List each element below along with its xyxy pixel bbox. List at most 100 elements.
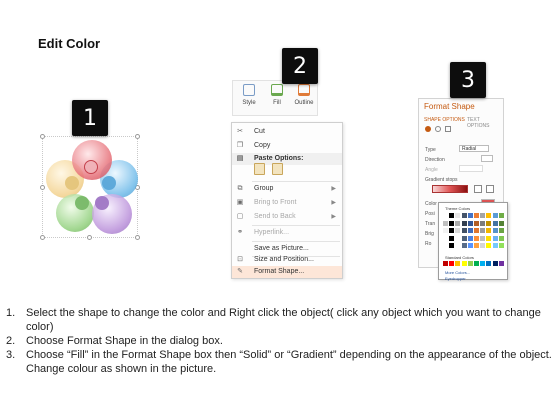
menu-item-copy[interactable]: ❐ Copy [232,140,342,152]
theme-color-swatch[interactable] [455,228,461,234]
menu-item-size-and-position[interactable]: ⊡ Size and Position... [232,254,342,266]
theme-color-swatch[interactable] [498,220,504,226]
theme-color-swatch[interactable] [480,235,486,241]
theme-color-swatch[interactable] [486,220,492,226]
theme-color-swatch[interactable] [449,220,455,226]
fill-line-icon[interactable] [425,126,431,132]
menu-item-group[interactable]: ⧉ Group ▶ [232,183,342,195]
resize-handle[interactable] [40,134,45,139]
resize-handle[interactable] [87,235,92,240]
theme-color-swatch[interactable] [461,228,467,234]
standard-color-swatch[interactable] [449,261,455,266]
theme-color-swatch[interactable] [474,213,479,218]
theme-color-swatch[interactable] [480,213,486,218]
theme-color-swatch[interactable] [474,220,479,226]
theme-color-swatch[interactable] [449,235,455,241]
theme-color-swatch[interactable] [455,220,461,226]
theme-color-swatch[interactable] [480,228,486,234]
remove-stop-icon[interactable] [486,185,494,193]
theme-color-swatch[interactable] [461,235,467,241]
menu-item-cut[interactable]: ✂ Cut [232,126,342,138]
theme-color-swatch[interactable] [467,213,473,218]
group-icon: ⧉ [237,185,243,192]
gradient-stops-bar[interactable] [432,185,468,193]
theme-color-swatch[interactable] [474,235,479,241]
theme-color-swatch[interactable] [480,220,486,226]
theme-color-swatch[interactable] [443,243,448,249]
theme-color-swatch[interactable] [449,228,455,234]
theme-color-swatch[interactable] [461,220,467,226]
angle-input[interactable] [459,165,483,172]
theme-color-swatch[interactable] [498,243,504,249]
theme-color-swatch[interactable] [498,228,504,234]
theme-color-swatch[interactable] [467,228,473,234]
color-palette-popup: Theme Colors Standard Colors More Colors… [438,202,508,281]
theme-color-swatch[interactable] [492,235,498,241]
theme-color-swatch[interactable] [492,213,498,218]
angle-label: Angle [425,167,438,173]
theme-color-swatch[interactable] [455,213,461,218]
standard-color-swatch[interactable] [455,261,461,266]
standard-color-swatch[interactable] [467,261,473,266]
theme-color-swatch[interactable] [449,243,455,249]
outline-button[interactable]: Outline [290,84,318,106]
menu-item-hyperlink[interactable]: ⚭ Hyperlink... [232,227,342,239]
eyedropper-button[interactable]: Eyedropper [445,276,466,281]
menu-item-format-shape[interactable]: ✎ Format Shape... [232,266,342,278]
tab-text-options[interactable]: TEXT OPTIONS [467,117,503,129]
theme-color-swatch[interactable] [443,235,448,241]
resize-handle[interactable] [40,185,45,190]
more-colors-link[interactable]: More Colors... [445,270,470,275]
effects-icon[interactable] [435,126,441,132]
theme-color-swatch[interactable] [492,228,498,234]
theme-color-swatch[interactable] [467,243,473,249]
menu-item-bring-to-front[interactable]: ▣ Bring to Front ▶ [232,197,342,209]
theme-color-swatch[interactable] [474,228,479,234]
standard-color-swatch[interactable] [461,261,467,266]
theme-color-swatch[interactable] [455,235,461,241]
paste-keep-format-icon[interactable] [254,163,265,175]
standard-color-swatch[interactable] [480,261,486,266]
theme-color-swatch[interactable] [467,235,473,241]
menu-item-send-to-back[interactable]: ▢ Send to Back ▶ [232,211,342,223]
theme-color-swatch[interactable] [455,243,461,249]
theme-color-swatch[interactable] [449,213,455,218]
theme-color-swatch[interactable] [461,213,467,218]
tab-shape-options[interactable]: SHAPE OPTIONS [424,117,465,123]
style-button[interactable]: Style [235,84,263,106]
fill-button[interactable]: Fill [263,84,291,106]
direction-dropdown[interactable] [481,155,493,162]
theme-color-swatch[interactable] [486,228,492,234]
standard-color-swatch[interactable] [474,261,479,266]
size-properties-icon[interactable] [445,126,451,132]
theme-color-swatch[interactable] [486,243,492,249]
theme-color-swatch[interactable] [492,220,498,226]
theme-color-swatch[interactable] [474,243,479,249]
paste-picture-icon[interactable] [272,163,283,175]
theme-color-swatch[interactable] [480,243,486,249]
theme-color-swatch[interactable] [492,243,498,249]
resize-handle[interactable] [135,134,140,139]
theme-color-swatch[interactable] [461,243,467,249]
add-stop-icon[interactable] [474,185,482,193]
style-label: Style [242,100,256,106]
type-dropdown-value: Radial [462,146,477,152]
theme-color-swatch[interactable] [443,220,448,226]
resize-handle[interactable] [135,235,140,240]
standard-color-swatch[interactable] [492,261,498,266]
center-red-dot [84,160,98,174]
standard-color-swatch[interactable] [498,261,504,266]
theme-color-swatch[interactable] [467,220,473,226]
theme-color-swatch[interactable] [443,228,448,234]
submenu-arrow-icon: ▶ [331,200,336,206]
theme-color-swatch[interactable] [498,235,504,241]
theme-color-swatch[interactable] [486,213,492,218]
standard-color-swatch[interactable] [443,261,448,266]
theme-color-swatch[interactable] [443,213,448,218]
theme-color-swatch[interactable] [498,213,504,218]
menu-item-label: Cut [254,128,265,135]
type-dropdown[interactable]: Radial [459,145,489,152]
resize-handle[interactable] [40,235,45,240]
standard-color-swatch[interactable] [486,261,492,266]
theme-color-swatch[interactable] [486,235,492,241]
